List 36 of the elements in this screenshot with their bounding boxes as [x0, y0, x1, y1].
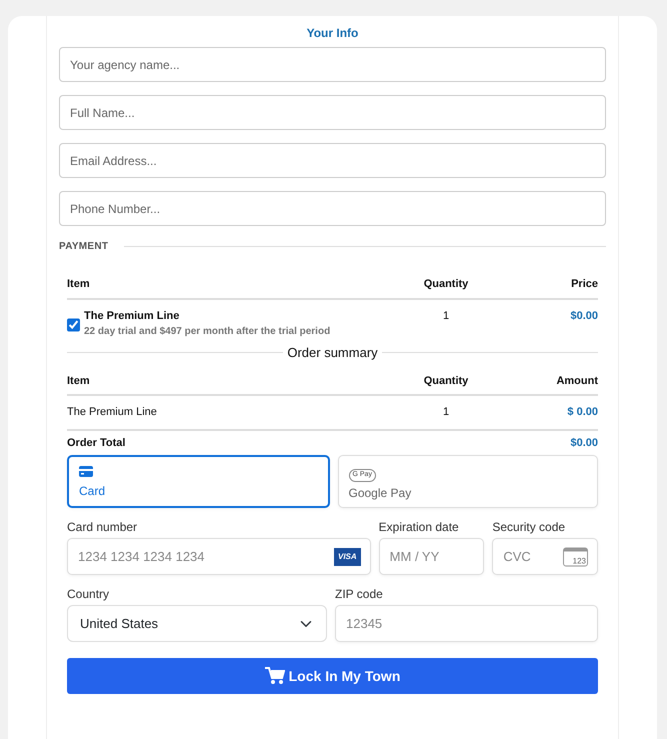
input-field[interactable]: Your agency name... — [59, 47, 606, 82]
column-header: Quantity — [391, 366, 501, 396]
section-heading: PAYMENT — [59, 240, 108, 254]
input-field[interactable]: Phone Number... — [59, 191, 606, 226]
table-cell: The Premium Line — [67, 396, 391, 430]
table-cell-text: $0.00 — [569, 308, 598, 324]
column-header: Price — [501, 270, 598, 300]
section-title: Your Info — [306, 25, 360, 42]
column-header: Item — [67, 270, 391, 300]
column-header: Amount — [501, 366, 598, 396]
table-cell: 1 — [391, 396, 501, 430]
column-header: Item — [67, 366, 391, 396]
section-heading: Order summary — [287, 344, 378, 362]
product-name: The Premium Line — [84, 308, 180, 324]
input-field[interactable]: MM / YY — [378, 538, 484, 575]
card-brand-icon: VISA — [334, 548, 361, 566]
input-field[interactable]: 12345 — [335, 605, 598, 642]
input-field[interactable]: Full Name... — [59, 95, 606, 130]
field-label: Expiration date — [378, 519, 460, 536]
product-description: 22 day trial and $497 per month after the trial period — [84, 325, 330, 339]
field-label: Card number — [67, 519, 138, 536]
column-header: Quantity — [391, 270, 501, 300]
payment-tab[interactable]: Card — [67, 455, 330, 508]
field-label: Country — [67, 586, 110, 603]
field-label: ZIP code — [335, 586, 384, 603]
cvc-card-icon: 123 — [562, 547, 588, 566]
cart-icon — [264, 667, 285, 685]
submit-button[interactable]: Lock In My Town — [67, 658, 598, 694]
table-cell-text: 1 — [442, 308, 450, 324]
input-field[interactable]: Email Address... — [59, 143, 606, 178]
country-select[interactable]: United States — [67, 605, 327, 642]
total-amount: $0.00 — [569, 436, 598, 450]
field-label: Security code — [492, 519, 566, 536]
card-icon — [79, 466, 93, 477]
table-cell: $ 0.00 — [501, 396, 598, 430]
total-label: Order Total — [67, 436, 126, 450]
